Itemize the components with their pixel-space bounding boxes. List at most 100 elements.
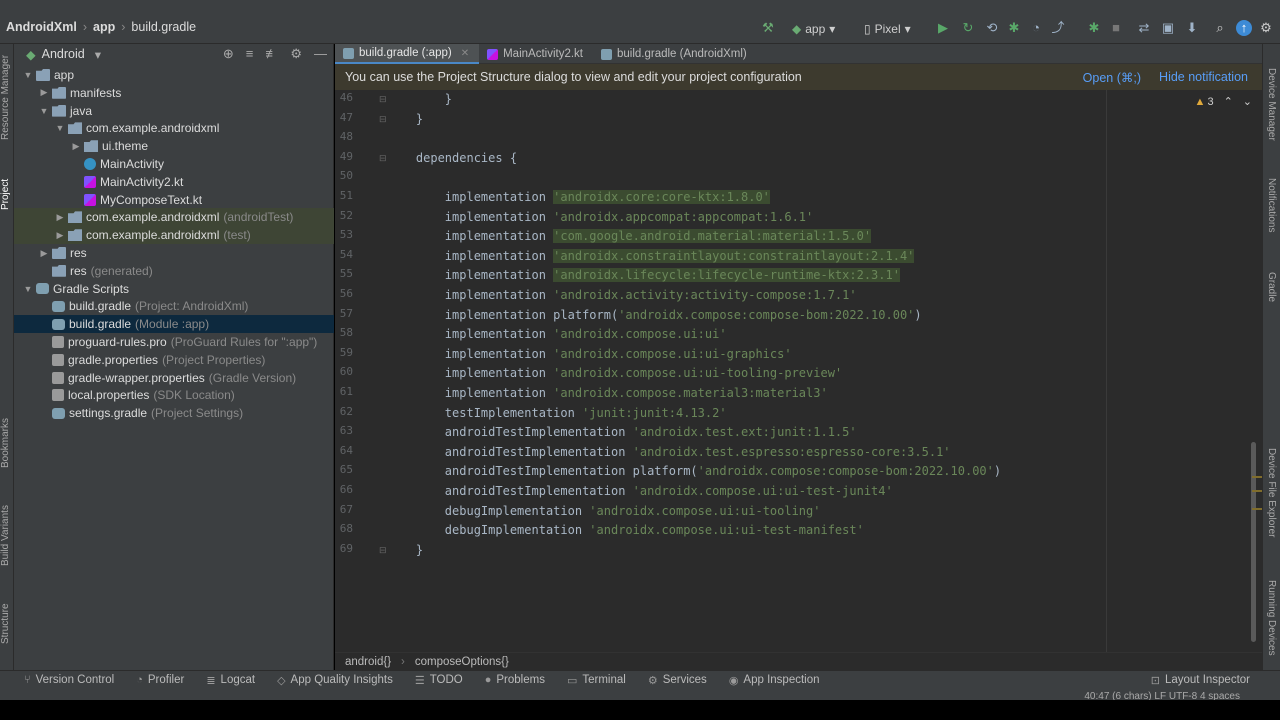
chevron-down-icon[interactable]: ▼ xyxy=(38,106,50,116)
code-line[interactable]: implementation 'androidx.appcompat:appco… xyxy=(387,208,813,226)
minimize-icon[interactable]: — xyxy=(314,46,327,62)
editor-tab[interactable]: build.gradle (:app) ✕ xyxy=(335,44,480,64)
attach-icon[interactable]: ✱ xyxy=(1086,20,1102,36)
close-icon[interactable]: ✕ xyxy=(461,48,469,59)
fold-icon[interactable]: ⊟ xyxy=(379,153,387,164)
crumb-compose-options[interactable]: composeOptions{} xyxy=(415,656,509,668)
attach-debugger-icon[interactable]: ⤴ xyxy=(1050,20,1066,36)
code-line[interactable]: } xyxy=(387,541,423,559)
tool-window-button[interactable]: ● Problems xyxy=(485,674,545,686)
code-line[interactable]: testImplementation 'junit:junit:4.13.2' xyxy=(387,404,727,422)
tool-window-button[interactable]: ◉ App Inspection xyxy=(729,674,820,687)
vertical-scrollbar[interactable] xyxy=(1251,442,1256,642)
search-icon[interactable]: ⌕ xyxy=(1212,20,1228,36)
project-view-selector[interactable]: Android xyxy=(42,47,85,61)
chevron-down-icon[interactable]: ▾ xyxy=(95,47,101,62)
tree-item[interactable]: res (generated) xyxy=(14,262,334,280)
tree-item[interactable]: gradle.properties (Project Properties) xyxy=(14,351,334,369)
resource-manager-tab[interactable]: Resource Manager xyxy=(0,55,11,140)
layout-inspector-button[interactable]: ⊡ Layout Inspector xyxy=(1151,674,1250,687)
tool-window-button[interactable]: ⚙ Services xyxy=(648,674,707,687)
breadcrumb-file[interactable]: build.gradle xyxy=(131,20,196,34)
tree-item[interactable]: build.gradle (Module :app) xyxy=(14,315,334,334)
tree-item[interactable]: ▼ app xyxy=(14,66,334,84)
tree-item[interactable]: ▶ manifests xyxy=(14,84,334,102)
tree-item[interactable]: ▶ res xyxy=(14,244,334,262)
code-line[interactable]: androidTestImplementation platform('andr… xyxy=(387,462,1001,480)
chevron-right-icon[interactable]: ▶ xyxy=(54,212,66,223)
chevron-right-icon[interactable]: ▶ xyxy=(70,141,82,152)
gear-icon[interactable]: ⚙ xyxy=(290,46,302,62)
warning-marker[interactable] xyxy=(1252,490,1262,492)
run-icon[interactable]: ▶ xyxy=(935,20,951,36)
tree-item[interactable]: ▼ com.example.androidxml xyxy=(14,119,334,137)
apply-changes-icon[interactable]: ↻ xyxy=(960,20,976,36)
tree-item[interactable]: gradle-wrapper.properties (Gradle Version… xyxy=(14,369,334,387)
chevron-down-icon[interactable]: ⌄ xyxy=(1243,95,1252,108)
expand-all-icon[interactable]: ≡ xyxy=(246,46,254,62)
run-config-dropdown[interactable]: ◆ app ▾ xyxy=(792,20,835,38)
hide-notification-link[interactable]: Hide notification xyxy=(1159,70,1248,84)
breadcrumb-module[interactable]: app xyxy=(93,20,115,34)
running-devices-tab[interactable]: Running Devices xyxy=(1266,580,1277,656)
tree-item[interactable]: ▼ java xyxy=(14,102,334,120)
device-file-explorer-tab[interactable]: Device File Explorer xyxy=(1266,448,1277,537)
tree-item[interactable]: ▶ com.example.androidxml (test) xyxy=(14,226,334,245)
code-line[interactable]: debugImplementation 'androidx.compose.ui… xyxy=(387,502,821,520)
profile-icon[interactable]: ◔ xyxy=(1028,20,1044,36)
tree-item[interactable]: MainActivity2.kt xyxy=(14,173,334,191)
code-line[interactable]: implementation 'com.google.android.mater… xyxy=(387,227,872,245)
tool-window-button[interactable]: ▭ Terminal xyxy=(567,674,626,687)
tree-item[interactable]: MyComposeText.kt xyxy=(14,191,334,209)
bookmarks-tab[interactable]: Bookmarks xyxy=(0,418,11,468)
tree-item[interactable]: ▶ com.example.androidxml (androidTest) xyxy=(14,208,334,227)
inspection-widget[interactable]: ▲ 3 ⌃ ⌄ xyxy=(1195,95,1252,109)
device-manager-tab[interactable]: Device Manager xyxy=(1266,68,1277,141)
stop-icon[interactable]: ■ xyxy=(1108,20,1124,36)
notifications-tab[interactable]: Notifications xyxy=(1266,178,1277,232)
status-info[interactable]: 40:47 (6 chars) LF UTF-8 4 spaces xyxy=(1084,691,1240,700)
warning-marker[interactable] xyxy=(1252,508,1262,510)
chevron-up-icon[interactable]: ⌃ xyxy=(1224,95,1233,108)
chevron-down-icon[interactable]: ▼ xyxy=(54,123,66,133)
editor-tab[interactable]: MainActivity2.kt xyxy=(479,44,593,64)
fold-icon[interactable]: ⊟ xyxy=(379,114,387,125)
code-line[interactable]: implementation 'androidx.compose.materia… xyxy=(387,384,828,402)
open-project-structure-link[interactable]: Open (⌘;) xyxy=(1083,70,1141,85)
tree-item[interactable]: ▼ Gradle Scripts xyxy=(14,280,334,298)
code-line[interactable]: implementation 'androidx.constraintlayou… xyxy=(387,247,915,265)
structure-tab[interactable]: Structure xyxy=(0,603,11,644)
tree-item[interactable]: MainActivity xyxy=(14,155,334,173)
tree-item[interactable]: local.properties (SDK Location) xyxy=(14,386,334,404)
code-line[interactable]: implementation 'androidx.compose.ui:ui-g… xyxy=(387,345,792,363)
tool-window-button[interactable]: ◇ App Quality Insights xyxy=(277,674,393,687)
debug-icon[interactable]: ✱ xyxy=(1006,20,1022,36)
code-line[interactable]: } xyxy=(387,90,452,108)
sync-gradle-icon[interactable]: ⇄ xyxy=(1136,20,1152,36)
update-icon[interactable]: ↑ xyxy=(1236,20,1252,36)
tool-window-button[interactable]: ◔ Profiler xyxy=(136,674,184,686)
crumb-android[interactable]: android{} xyxy=(345,656,391,668)
locate-icon[interactable]: ⊕ xyxy=(223,46,234,62)
apply-code-changes-icon[interactable]: ⟲ xyxy=(984,20,1000,36)
project-tab[interactable]: Project xyxy=(0,179,11,210)
breadcrumb-project[interactable]: AndroidXml xyxy=(6,20,77,34)
code-line[interactable]: androidTestImplementation 'androidx.test… xyxy=(387,423,857,441)
chevron-down-icon[interactable]: ▼ xyxy=(22,284,34,294)
code-editor[interactable]: } } dependencies { implementation 'andro… xyxy=(387,90,1107,654)
code-line[interactable]: dependencies { xyxy=(387,149,517,167)
gradle-tab[interactable]: Gradle xyxy=(1266,272,1277,302)
code-line[interactable]: implementation 'androidx.activity:activi… xyxy=(387,286,857,304)
code-line[interactable]: debugImplementation 'androidx.compose.ui… xyxy=(387,521,864,539)
code-line[interactable]: androidTestImplementation 'androidx.test… xyxy=(387,443,951,461)
fold-icon[interactable]: ⊟ xyxy=(379,94,387,105)
fold-icon[interactable]: ⊟ xyxy=(379,545,387,556)
device-dropdown[interactable]: ▯ Pixel ▾ xyxy=(864,20,911,38)
code-line[interactable]: implementation 'androidx.core:core-ktx:1… xyxy=(387,188,770,206)
chevron-down-icon[interactable]: ▼ xyxy=(22,70,34,80)
settings-icon[interactable]: ⚙ xyxy=(1258,20,1274,36)
chevron-right-icon[interactable]: ▶ xyxy=(54,230,66,241)
device-manager-icon[interactable]: ▣ xyxy=(1160,20,1176,36)
collapse-all-icon[interactable]: ≢ xyxy=(265,46,278,62)
tree-item[interactable]: build.gradle (Project: AndroidXml) xyxy=(14,297,334,315)
